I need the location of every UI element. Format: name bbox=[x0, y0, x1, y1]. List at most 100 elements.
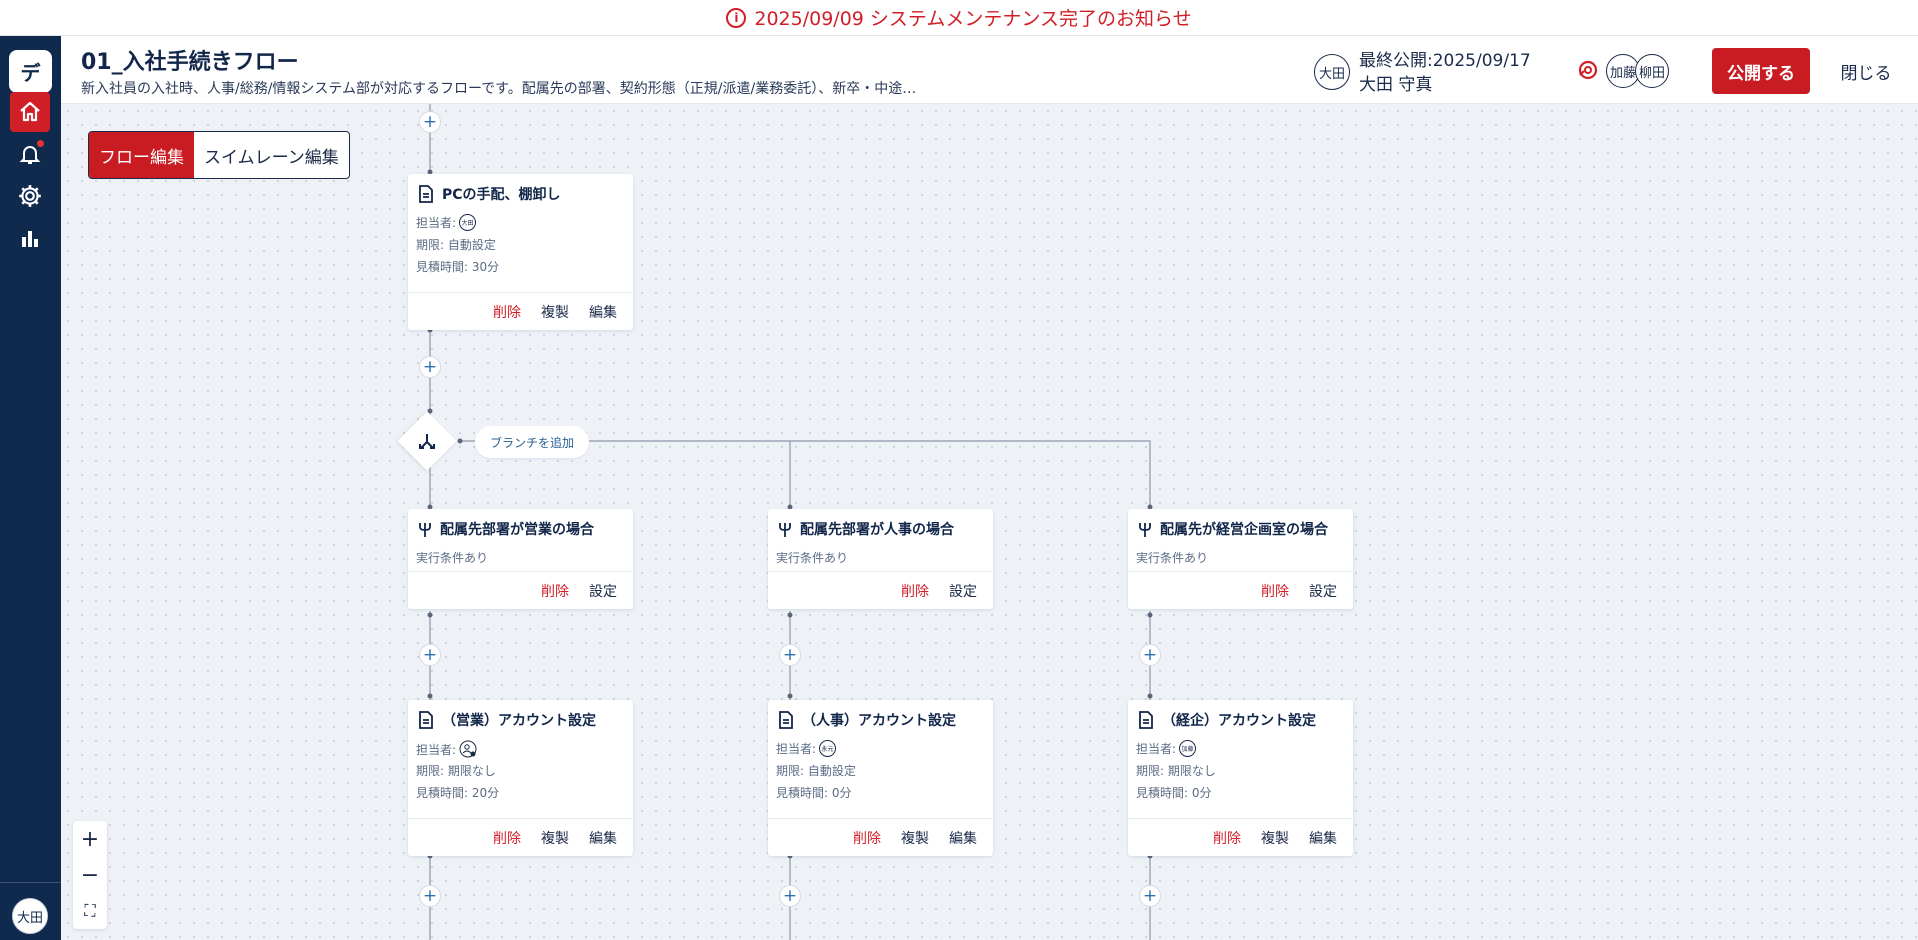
branch-condition: 実行条件あり bbox=[416, 551, 489, 565]
branch-card[interactable]: 配属先部署が営業の場合 実行条件あり 削除 設定 bbox=[408, 509, 633, 609]
bar-chart-icon bbox=[22, 231, 38, 247]
notification-dot bbox=[37, 140, 44, 147]
task-estimate: 見積時間: 0分 bbox=[1136, 786, 1212, 800]
copy-button[interactable]: 複製 bbox=[901, 828, 929, 848]
add-step-button[interactable]: + bbox=[779, 644, 801, 666]
copy-button[interactable]: 複製 bbox=[541, 302, 569, 322]
add-step-button[interactable]: + bbox=[419, 885, 441, 907]
fit-view-button[interactable]: ⛶ bbox=[73, 893, 107, 929]
home-icon bbox=[20, 101, 40, 122]
document-icon bbox=[779, 711, 793, 729]
sidebar-item-settings[interactable] bbox=[10, 176, 50, 216]
task-estimate: 見積時間: 20分 bbox=[416, 786, 500, 800]
zoom-controls: + − ⛶ bbox=[73, 821, 107, 929]
page-title: 01_入社手続きフロー bbox=[81, 50, 299, 75]
maintenance-notice[interactable]: i 2025/09/09 システムメンテナンス完了のお知らせ bbox=[0, 0, 1918, 36]
delete-button[interactable]: 削除 bbox=[1213, 828, 1241, 848]
assignee-avatar: 加藤 bbox=[1179, 740, 1197, 757]
assignee-label: 担当者: bbox=[1136, 742, 1177, 756]
document-icon bbox=[419, 185, 433, 203]
tab-swimlane-edit[interactable]: スイムレーン編集 bbox=[194, 132, 349, 178]
add-step-button[interactable]: + bbox=[419, 644, 441, 666]
task-card[interactable]: PCの手配、棚卸し 担当者: 大田 期限: 自動設定 見積時間: 30分 削除 複… bbox=[408, 174, 633, 330]
task-deadline: 期限: 自動設定 bbox=[416, 238, 496, 252]
edit-button[interactable]: 編集 bbox=[589, 828, 617, 848]
assignee-label: 担当者: bbox=[416, 216, 457, 230]
add-step-button[interactable]: + bbox=[1139, 644, 1161, 666]
publisher-name: 大田 守真 bbox=[1359, 75, 1433, 95]
delete-button[interactable]: 削除 bbox=[901, 581, 929, 601]
edit-button[interactable]: 編集 bbox=[1309, 828, 1337, 848]
document-icon bbox=[1139, 711, 1153, 729]
delete-button[interactable]: 削除 bbox=[493, 828, 521, 848]
task-estimate: 見積時間: 0分 bbox=[776, 786, 852, 800]
copy-button[interactable]: 複製 bbox=[1261, 828, 1289, 848]
collaborator-avatar[interactable]: 柳田 bbox=[1635, 54, 1669, 88]
task-card[interactable]: （経企）アカウント設定 担当者: 加藤 期限: 期限なし 見積時間: 0分 削除 … bbox=[1128, 700, 1353, 856]
collaborators-icon bbox=[1578, 60, 1598, 80]
task-card[interactable]: （人事）アカウント設定 担当者: 永元 期限: 自動設定 見積時間: 0分 削除 … bbox=[768, 700, 993, 856]
task-deadline: 期限: 期限なし bbox=[1136, 764, 1216, 778]
delete-button[interactable]: 削除 bbox=[1261, 581, 1289, 601]
sidebar: デ 大田 bbox=[0, 36, 61, 940]
user-group-icon bbox=[459, 740, 477, 758]
user-avatar[interactable]: 大田 bbox=[12, 898, 48, 934]
owner-avatar: 大田 bbox=[1314, 54, 1350, 90]
delete-button[interactable]: 削除 bbox=[493, 302, 521, 322]
sidebar-item-home[interactable] bbox=[10, 92, 50, 132]
publish-button[interactable]: 公開する bbox=[1712, 48, 1810, 94]
header-bar: 01_入社手続きフロー 新入社員の入社時、人事/総務/情報システム部が対応するフ… bbox=[61, 36, 1918, 104]
assignee-avatar: 永元 bbox=[819, 740, 837, 757]
delete-button[interactable]: 削除 bbox=[853, 828, 881, 848]
task-title: （人事）アカウント設定 bbox=[802, 713, 956, 729]
branch-title: 配属先部署が人事の場合 bbox=[800, 522, 954, 538]
branch-card[interactable]: 配属先部署が人事の場合 実行条件あり 削除 設定 bbox=[768, 509, 993, 609]
notice-text[interactable]: 2025/09/09 システムメンテナンス完了のお知らせ bbox=[754, 4, 1191, 31]
branch-title: 配属先が経営企画室の場合 bbox=[1160, 522, 1328, 538]
branch-icon bbox=[419, 434, 435, 449]
flow-canvas[interactable]: フロー編集 スイムレーン編集 + + + + + + + + PCの手配、棚卸し… bbox=[61, 104, 1918, 940]
task-title: （営業）アカウント設定 bbox=[442, 713, 596, 729]
sidebar-divider bbox=[0, 882, 61, 883]
zoom-out-button[interactable]: − bbox=[73, 857, 107, 893]
add-branch-button[interactable]: ブランチを追加 bbox=[475, 426, 590, 458]
close-button[interactable]: 閉じる bbox=[1831, 48, 1901, 94]
app-logo[interactable]: デ bbox=[9, 50, 52, 93]
add-step-button[interactable]: + bbox=[419, 356, 441, 378]
edit-button[interactable]: 編集 bbox=[589, 302, 617, 322]
tab-flow-edit[interactable]: フロー編集 bbox=[89, 132, 194, 178]
task-card[interactable]: （営業）アカウント設定 担当者: 期限: 期限なし 見積時間: 20分 削除 複… bbox=[408, 700, 633, 856]
gear-icon bbox=[19, 185, 41, 207]
flow-description: 新入社員の入社時、人事/総務/情報システム部が対応するフローです。配属先の部署、… bbox=[81, 81, 917, 97]
settings-button[interactable]: 設定 bbox=[589, 581, 617, 601]
document-icon bbox=[419, 711, 433, 729]
last-published: 最終公開:2025/09/17 bbox=[1359, 51, 1531, 71]
task-estimate: 見積時間: 30分 bbox=[416, 260, 500, 274]
branch-condition: 実行条件あり bbox=[1136, 551, 1209, 565]
assignee-avatar: 大田 bbox=[459, 214, 477, 231]
fork-icon bbox=[419, 523, 431, 537]
settings-button[interactable]: 設定 bbox=[949, 581, 977, 601]
sidebar-item-analytics[interactable] bbox=[10, 218, 50, 258]
assignee-label: 担当者: bbox=[776, 742, 817, 756]
add-step-button[interactable]: + bbox=[779, 885, 801, 907]
branch-card[interactable]: 配属先が経営企画室の場合 実行条件あり 削除 設定 bbox=[1128, 509, 1353, 609]
add-step-button[interactable]: + bbox=[1139, 885, 1161, 907]
branch-condition: 実行条件あり bbox=[776, 551, 849, 565]
fork-icon bbox=[779, 523, 791, 537]
branch-title: 配属先部署が営業の場合 bbox=[440, 522, 594, 538]
task-title: （経企）アカウント設定 bbox=[1162, 713, 1316, 729]
delete-button[interactable]: 削除 bbox=[541, 581, 569, 601]
info-icon: i bbox=[726, 7, 747, 28]
assignee-label: 担当者: bbox=[416, 742, 457, 757]
sidebar-item-notifications[interactable] bbox=[10, 134, 50, 174]
fork-icon bbox=[1139, 523, 1151, 537]
copy-button[interactable]: 複製 bbox=[541, 828, 569, 848]
add-step-button[interactable]: + bbox=[419, 111, 441, 133]
task-title: PCの手配、棚卸し bbox=[442, 187, 561, 203]
settings-button[interactable]: 設定 bbox=[1309, 581, 1337, 601]
task-deadline: 期限: 自動設定 bbox=[776, 764, 856, 778]
zoom-in-button[interactable]: + bbox=[73, 821, 107, 857]
edit-button[interactable]: 編集 bbox=[949, 828, 977, 848]
task-deadline: 期限: 期限なし bbox=[416, 764, 496, 778]
